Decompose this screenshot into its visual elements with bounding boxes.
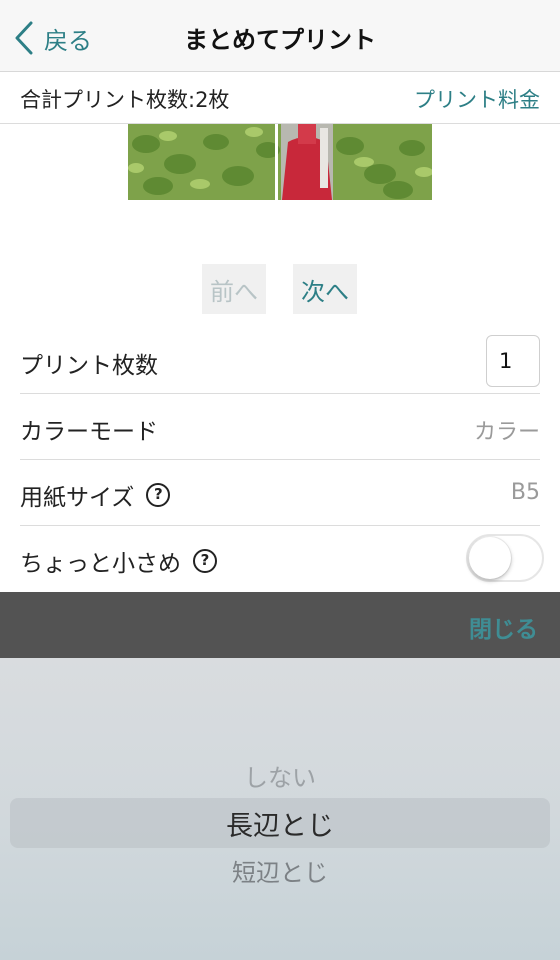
- shrink-label: ちょっと小さめ: [20, 551, 181, 577]
- picker-option[interactable]: しない: [0, 758, 560, 793]
- next-page-button[interactable]: 次へ: [293, 264, 357, 314]
- question-circle-icon[interactable]: ?: [193, 549, 217, 573]
- picker-option-selected[interactable]: 長辺とじ: [0, 804, 560, 843]
- paper-size-label: 用紙サイズ: [20, 485, 135, 511]
- page-title: まとめてプリント: [184, 26, 376, 54]
- close-button[interactable]: 閉じる: [469, 610, 538, 644]
- shrink-toggle[interactable]: [466, 534, 544, 582]
- paper-size-value: B5: [510, 480, 540, 505]
- picker-toolbar: 閉じる: [0, 592, 560, 658]
- copies-row: プリント枚数 1: [20, 328, 540, 394]
- color-mode-label: カラーモード: [20, 419, 158, 445]
- navigation-bar: 戻る まとめてプリント: [0, 0, 560, 72]
- photo-preview: [128, 124, 432, 200]
- summary-bar: 合計プリント枚数:2枚 プリント料金: [0, 72, 560, 124]
- paper-size-row[interactable]: 用紙サイズ ? B5: [20, 460, 540, 526]
- picker-option[interactable]: 短辺とじ: [0, 853, 560, 888]
- shrink-label-group: ちょっと小さめ ?: [20, 544, 217, 578]
- paper-size-label-group: 用紙サイズ ?: [20, 478, 171, 512]
- print-settings-panel: 前へ 次へ プリント枚数 1 カラーモード カラー 用紙サイズ ? B5 ちょっ…: [0, 124, 560, 592]
- question-circle-icon[interactable]: ?: [146, 483, 171, 507]
- color-mode-value: カラー: [473, 420, 540, 445]
- print-fee-link[interactable]: プリント料金: [414, 84, 540, 114]
- shrink-row: ちょっと小さめ ?: [20, 526, 544, 592]
- total-prints-label: 合計プリント枚数:2枚: [20, 88, 230, 112]
- color-mode-row[interactable]: カラーモード カラー: [20, 394, 540, 460]
- copies-input[interactable]: 1: [486, 335, 540, 387]
- toggle-knob: [469, 537, 511, 579]
- copies-label: プリント枚数: [20, 353, 158, 379]
- prev-page-button[interactable]: 前へ: [202, 264, 266, 314]
- binding-picker[interactable]: しない 長辺とじ 短辺とじ: [0, 658, 560, 960]
